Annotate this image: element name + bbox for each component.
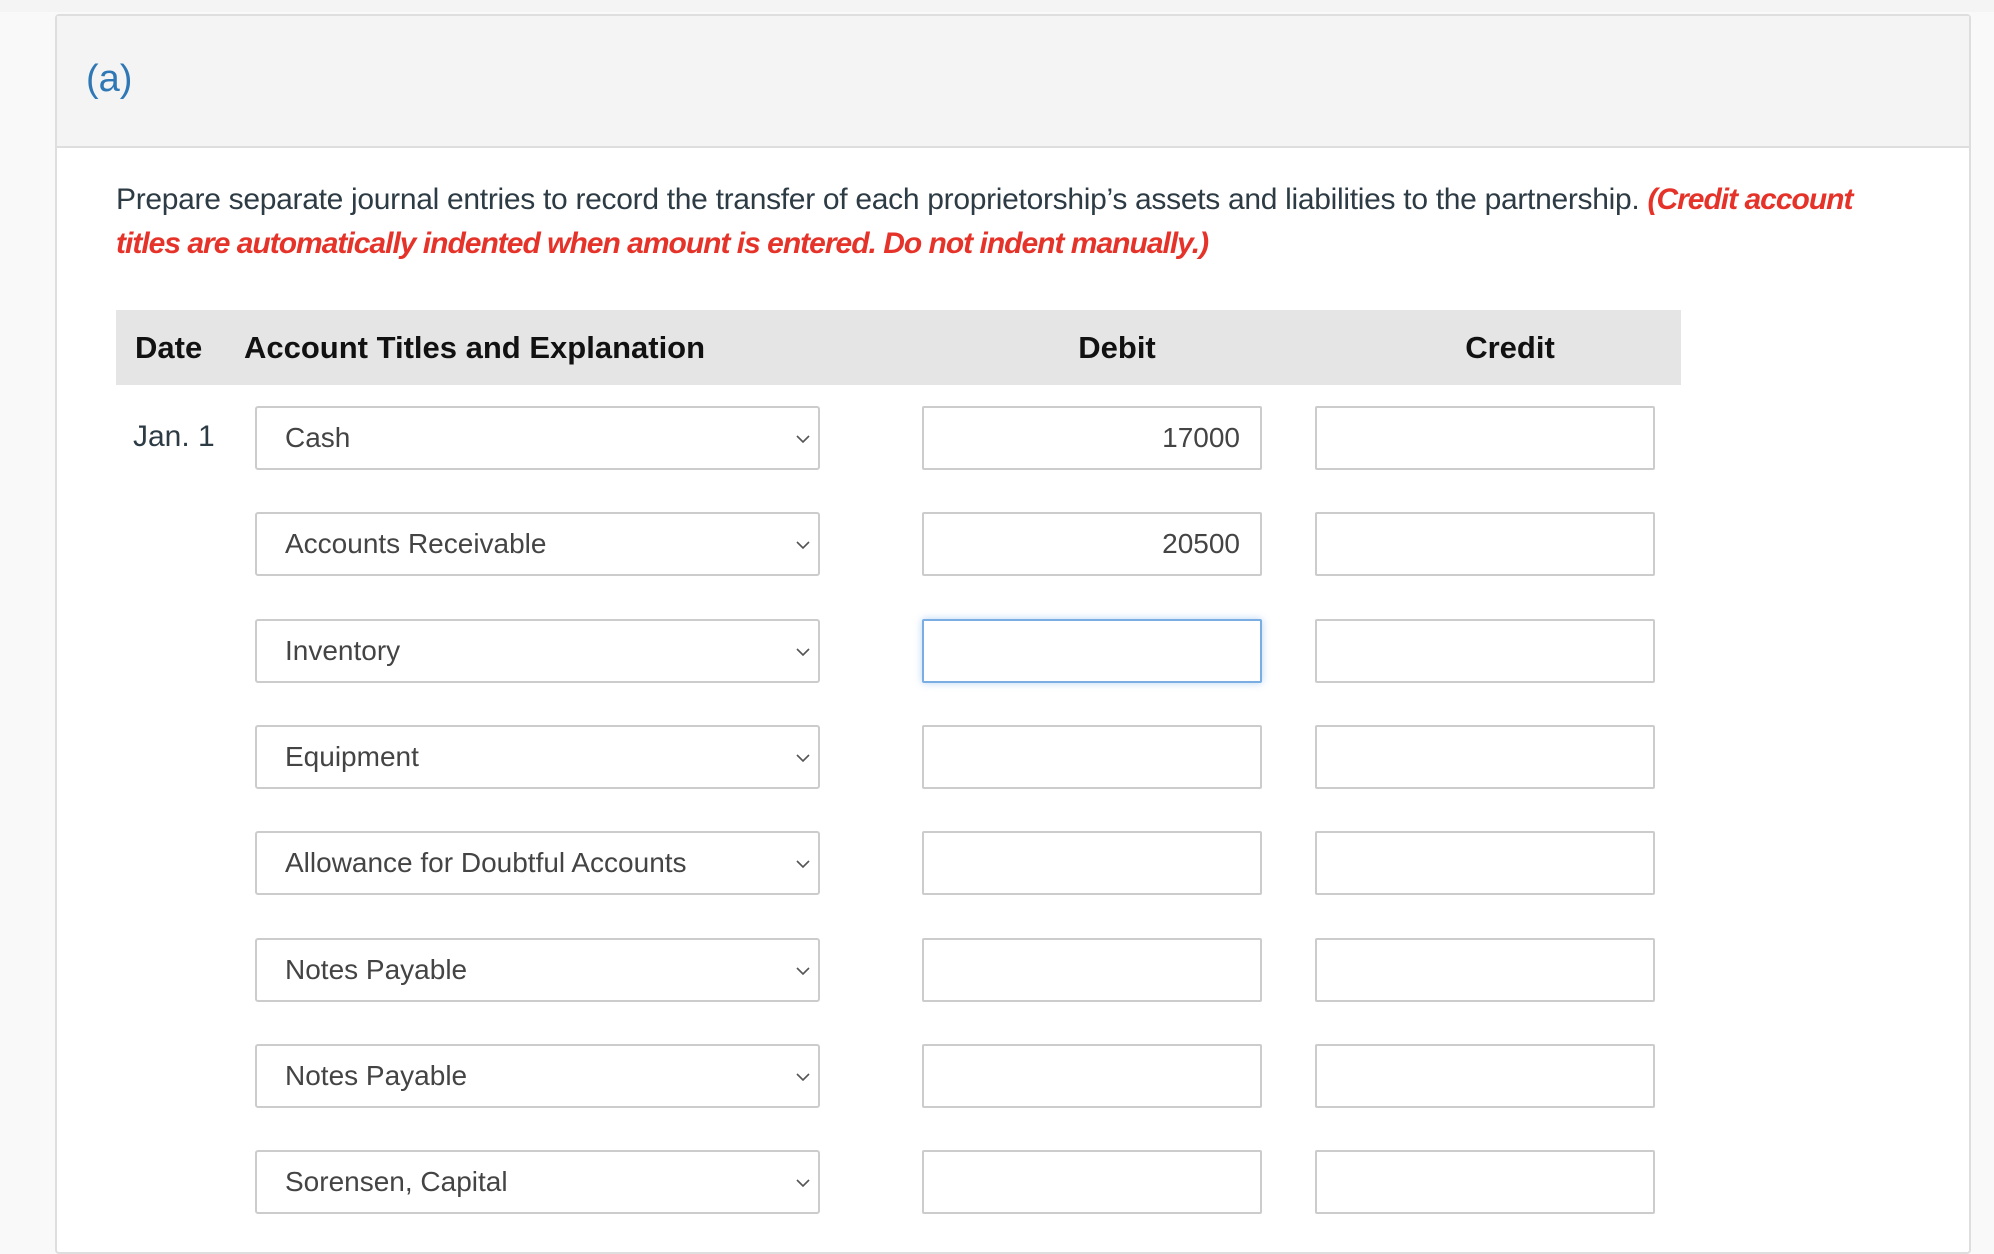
debit-input[interactable]: 20500 bbox=[922, 512, 1262, 577]
header-date: Date bbox=[135, 330, 203, 365]
credit-input[interactable] bbox=[1315, 1150, 1655, 1215]
debit-input[interactable] bbox=[922, 1043, 1262, 1108]
debit-input[interactable] bbox=[922, 1150, 1262, 1215]
question-panel: (a) Prepare separate journal entries to … bbox=[55, 14, 1971, 1254]
account-select-value: Cash bbox=[285, 422, 351, 453]
account-select-value: Notes Payable bbox=[285, 1059, 468, 1091]
header-debit: Debit bbox=[1078, 330, 1156, 365]
debit-input[interactable] bbox=[922, 724, 1262, 789]
chevron-down-icon bbox=[796, 966, 810, 975]
account-select[interactable]: Accounts Receivable bbox=[255, 512, 820, 577]
credit-input[interactable] bbox=[1315, 937, 1655, 1002]
account-select[interactable]: Cash bbox=[255, 406, 820, 470]
panel-header: (a) bbox=[57, 16, 1969, 148]
entry-date: Jan. 1 bbox=[133, 420, 215, 453]
part-label: (a) bbox=[86, 58, 133, 100]
account-select[interactable]: Allowance for Doubtful Accounts bbox=[255, 831, 820, 896]
instructions: Prepare separate journal entries to reco… bbox=[116, 178, 1916, 266]
journal-row: Notes Payable bbox=[57, 1043, 1973, 1110]
journal-row: Inventory bbox=[57, 618, 1973, 685]
credit-input[interactable] bbox=[1315, 831, 1655, 896]
chevron-down-icon bbox=[796, 1179, 810, 1188]
instructions-text: Prepare separate journal entries to reco… bbox=[116, 183, 1640, 216]
account-select[interactable]: Sorensen, Capital bbox=[255, 1150, 820, 1215]
chevron-down-icon bbox=[796, 860, 810, 869]
journal-row: Allowance for Doubtful Accounts bbox=[57, 831, 1973, 897]
credit-input[interactable] bbox=[1315, 618, 1655, 683]
top-strip bbox=[0, 0, 1994, 12]
account-select-value: Inventory bbox=[285, 634, 401, 666]
account-select[interactable]: Equipment bbox=[255, 724, 820, 789]
account-select-value: Accounts Receivable bbox=[285, 528, 547, 560]
account-select[interactable]: Inventory bbox=[255, 618, 820, 683]
account-select-value: Notes Payable bbox=[285, 953, 468, 985]
header-account-titles: Account Titles and Explanation bbox=[244, 330, 706, 365]
credit-input[interactable] bbox=[1315, 724, 1655, 789]
chevron-down-icon bbox=[796, 648, 810, 656]
credit-input[interactable] bbox=[1315, 406, 1655, 470]
journal-table-header: Date Account Titles and Explanation Debi… bbox=[116, 310, 1681, 385]
chevron-down-icon bbox=[796, 1073, 810, 1081]
chevron-down-icon bbox=[796, 754, 810, 763]
account-select-value: Sorensen, Capital bbox=[285, 1166, 508, 1198]
journal-row: Jan. 1 Cash 17000 bbox=[57, 406, 1973, 472]
credit-input[interactable] bbox=[1315, 1043, 1655, 1108]
credit-input[interactable] bbox=[1315, 512, 1655, 577]
debit-input[interactable] bbox=[922, 937, 1262, 1002]
chevron-down-icon bbox=[796, 541, 810, 550]
debit-input[interactable] bbox=[922, 831, 1262, 896]
journal-row: Accounts Receivable 20500 bbox=[57, 512, 1973, 578]
journal-row: Equipment bbox=[57, 724, 1973, 791]
journal-row: Sorensen, Capital bbox=[57, 1150, 1973, 1216]
debit-input[interactable]: 17000 bbox=[922, 406, 1262, 470]
account-select[interactable]: Notes Payable bbox=[255, 1043, 820, 1108]
chevron-down-icon bbox=[796, 435, 810, 444]
journal-row: Notes Payable bbox=[57, 937, 1973, 1004]
header-credit: Credit bbox=[1465, 330, 1555, 365]
account-select-value: Allowance for Doubtful Accounts bbox=[285, 847, 687, 879]
debit-input[interactable] bbox=[922, 618, 1262, 683]
account-select[interactable]: Notes Payable bbox=[255, 937, 820, 1002]
account-select-value: Equipment bbox=[285, 740, 419, 772]
